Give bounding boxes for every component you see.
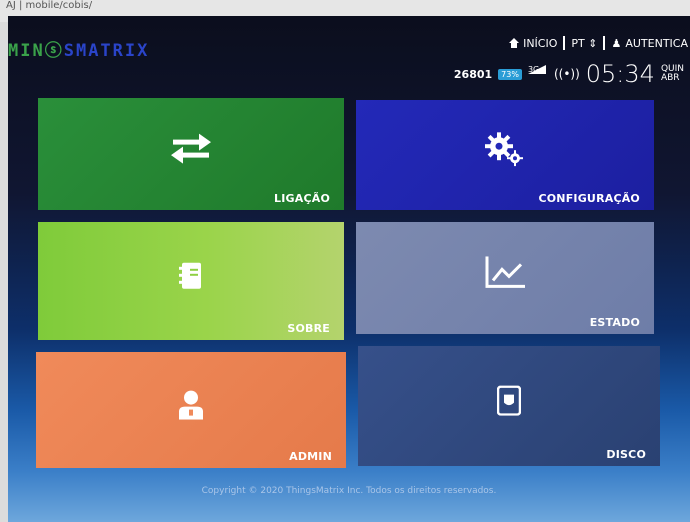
language-value: PT [571,36,585,50]
line-chart-icon [485,256,525,292]
nav-divider [563,36,566,50]
antenna-icon: ((•)) [553,67,580,81]
clock-time: 05:34 [585,60,655,88]
tile-sobre[interactable]: SOBRE [38,222,344,340]
tile-admin[interactable]: ADMIN [36,352,346,468]
tile-disco[interactable]: DISCO [358,346,660,466]
tile-label: LIGAÇÃO [274,192,330,205]
nav-auth-link[interactable]: AUTENTICA [625,37,688,50]
tile-estado[interactable]: ESTADO [356,222,654,334]
signal-icon: 3G [527,65,548,80]
nav-divider [603,36,606,50]
tile-label: ESTADO [589,316,640,329]
language-select[interactable]: PT ⇕ [571,37,597,50]
app-screen: MINⓢSMATRIX INÍCIO PT ⇕ ♟ AUTENTICA 2680… [8,16,690,522]
user-small-icon: ♟ [611,36,622,50]
battery-badge: 73% [498,68,522,80]
footer-copyright: Copyright © 2020 ThingsMatrix Inc. Todos… [201,486,497,496]
user-icon [177,390,205,424]
brand-logo: MINⓢSMATRIX [8,36,149,61]
gears-icon [485,132,525,170]
date-display: QUIN ABR [661,65,684,83]
tile-label: CONFIGURAÇÃO [538,192,640,205]
top-navigation: INÍCIO PT ⇕ ♟ AUTENTICA [509,36,688,50]
select-arrows-icon: ⇕ [588,36,598,50]
tile-ligacao[interactable]: LIGAÇÃO [38,98,344,210]
address-text: AJ | mobile/cobis/ [6,0,93,11]
tile-label: SOBRE [287,322,330,335]
sd-card-icon [496,385,522,420]
status-number: 26801 [453,67,493,81]
tile-label: DISCO [606,448,646,461]
tile-label: ADMIN [289,450,332,463]
date-month: ABR [660,73,680,83]
logo-symbol: ⓢ [44,41,64,61]
logo-suffix: SMATRIX [63,41,150,61]
logo-prefix: MIN [8,41,45,61]
status-bar: 26801 73% 3G ((•)) 05:34 QUIN ABR [454,60,684,88]
tile-configuracao[interactable]: CONFIGURAÇÃO [356,100,654,210]
transfer-arrows-icon [169,133,213,168]
nav-home-link[interactable]: INÍCIO [523,37,557,50]
home-icon [509,38,520,48]
notebook-icon [179,262,203,294]
